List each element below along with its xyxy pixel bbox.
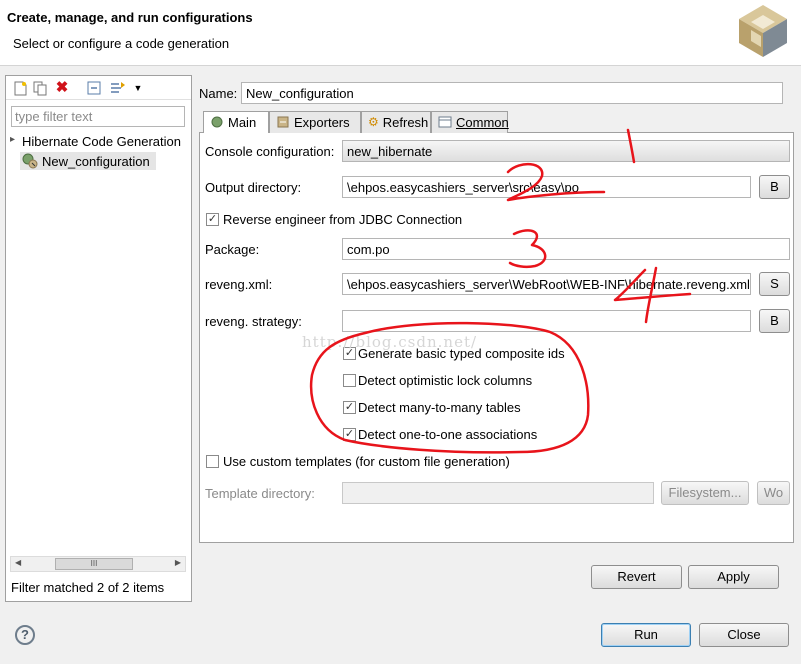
filesystem-button[interactable]: Filesystem...: [661, 481, 749, 505]
scrollbar-thumb[interactable]: III: [55, 558, 133, 570]
tab-common-label: Common: [456, 115, 509, 130]
output-dir-browse-button[interactable]: B: [759, 175, 790, 199]
tab-exporters[interactable]: Exporters: [269, 111, 361, 133]
reveng-xml-label: reveng.xml:: [205, 277, 273, 292]
dialog-header: Create, manage, and run configurations S…: [0, 0, 801, 66]
reveng-xml-field[interactable]: \ehpos.easycashiers_server\WebRoot\WEB-I…: [342, 273, 751, 295]
common-tab-icon: [438, 115, 452, 132]
tab-common[interactable]: Common: [431, 111, 509, 133]
reverse-engineer-label: Reverse engineer from JDBC Connection: [223, 212, 463, 227]
close-button[interactable]: Close: [699, 623, 789, 647]
configurations-panel: ✖ ▼ type filter text ▸ Hibernate Code Ge…: [5, 75, 192, 602]
console-config-select[interactable]: new_hibernate: [342, 140, 790, 162]
run-button[interactable]: Run: [601, 623, 691, 647]
tab-bar: Main Exporters ⚙ Refresh Common: [199, 111, 794, 134]
tree-group-hibernate[interactable]: Hibernate Code Generation: [22, 134, 181, 149]
one-to-one-checkbox[interactable]: ✓: [343, 428, 356, 441]
filter-status-text: Filter matched 2 of 2 items: [11, 580, 165, 595]
package-field[interactable]: com.po: [342, 238, 790, 260]
tab-main[interactable]: Main: [203, 111, 269, 134]
many-to-many-checkbox[interactable]: ✓: [343, 401, 356, 414]
tab-exporters-label: Exporters: [294, 115, 350, 130]
template-dir-field[interactable]: [342, 482, 654, 504]
template-dir-label: Template directory:: [205, 486, 315, 501]
optimistic-lock-label: Detect optimistic lock columns: [358, 373, 533, 388]
output-dir-field[interactable]: \ehpos.easycashiers_server\src\easy\po: [342, 176, 751, 198]
reverse-engineer-checkbox[interactable]: ✓: [206, 213, 219, 226]
scroll-right-icon[interactable]: ▶: [175, 558, 181, 567]
view-menu-chevron-down-icon[interactable]: ▼: [130, 80, 146, 96]
dialog-subtitle: Select or configure a code generation: [13, 36, 230, 51]
hibernate-config-icon: [22, 153, 38, 172]
new-config-icon[interactable]: [12, 80, 28, 96]
tab-refresh-label: Refresh: [382, 115, 429, 130]
reveng-strategy-browse-button[interactable]: B: [759, 309, 790, 333]
one-to-one-label: Detect one-to-one associations: [358, 427, 538, 442]
console-config-label: Console configuration:: [205, 144, 335, 159]
main-tab-content: Console configuration: new_hibernate Out…: [199, 133, 794, 543]
reveng-strategy-field[interactable]: [342, 310, 751, 332]
workspace-button[interactable]: Wo: [757, 481, 790, 505]
help-icon[interactable]: ?: [15, 625, 35, 645]
delete-config-icon[interactable]: ✖: [54, 80, 70, 96]
apply-button[interactable]: Apply: [688, 565, 779, 589]
config-toolbar: ✖ ▼: [6, 76, 191, 100]
duplicate-config-icon[interactable]: [32, 80, 48, 96]
tab-refresh[interactable]: ⚙ Refresh: [361, 111, 431, 133]
many-to-many-label: Detect many-to-many tables: [358, 400, 521, 415]
exporters-tab-icon: [276, 115, 290, 132]
watermark-text: http://blog.csdn.net/: [302, 333, 478, 351]
configuration-editor: Name: New_configuration Main Exporters ⚙…: [193, 75, 801, 602]
custom-templates-label: Use custom templates (for custom file ge…: [223, 454, 510, 469]
tree-horizontal-scrollbar[interactable]: ◀ III ▶: [10, 556, 186, 572]
custom-templates-checkbox[interactable]: [206, 455, 219, 468]
reveng-strategy-label: reveng. strategy:: [205, 314, 302, 329]
output-dir-label: Output directory:: [205, 180, 302, 195]
refresh-tab-icon: ⚙: [368, 115, 379, 129]
name-field[interactable]: New_configuration: [241, 82, 783, 104]
filter-input[interactable]: type filter text: [11, 106, 185, 127]
hibernate-logo-icon: [739, 5, 787, 57]
revert-button[interactable]: Revert: [591, 565, 682, 589]
scroll-left-icon[interactable]: ◀: [15, 558, 21, 567]
collapse-all-icon[interactable]: [86, 80, 102, 96]
tree-item-new-configuration[interactable]: New_configuration: [42, 154, 150, 169]
optimistic-lock-checkbox[interactable]: [343, 374, 356, 387]
reveng-xml-setup-button[interactable]: S: [759, 272, 790, 296]
tree-expand-icon[interactable]: ▸: [10, 134, 15, 145]
main-tab-icon: [210, 115, 224, 132]
dialog-title: Create, manage, and run configurations: [7, 10, 253, 25]
name-label: Name:: [199, 86, 238, 101]
package-label: Package:: [205, 242, 260, 257]
filter-config-icon[interactable]: [110, 80, 126, 96]
tab-main-label: Main: [228, 115, 257, 130]
